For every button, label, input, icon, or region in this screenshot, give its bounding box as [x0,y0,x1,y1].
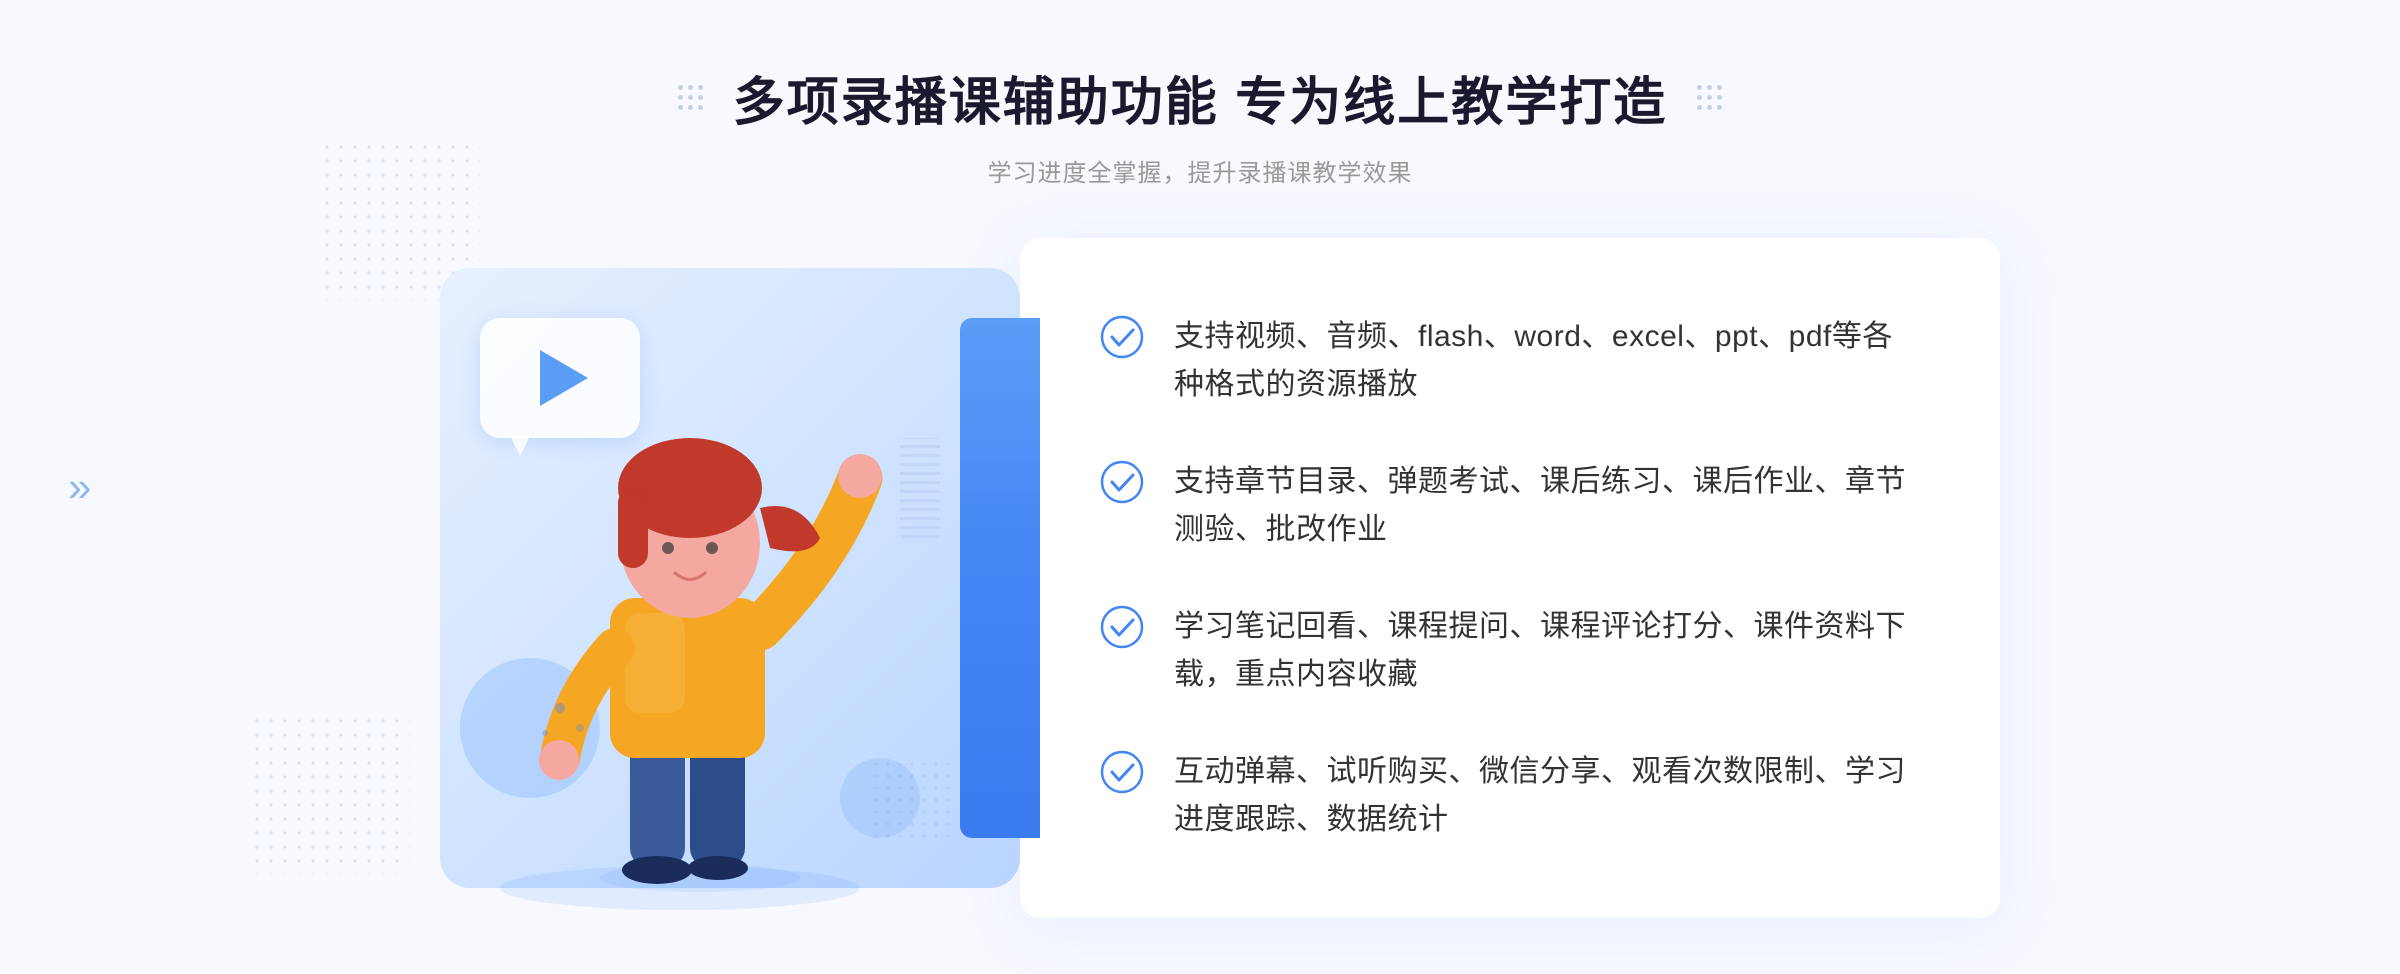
illustration-panel [400,238,1040,918]
check-icon-3 [1100,605,1144,649]
check-icon-4 [1100,750,1144,794]
title-section: 多项录播课辅助功能 专为线上教学打造 [678,60,1722,188]
main-title: 多项录播课辅助功能 专为线上教学打造 [733,60,1667,135]
title-decoration: 多项录播课辅助功能 专为线上教学打造 [678,60,1722,135]
character-illustration [460,358,960,918]
feature-item-4: 互动弹幕、试听购买、微信分享、观看次数限制、学习进度跟踪、数据统计 [1100,748,1920,844]
feature-text-2: 支持章节目录、弹题考试、课后练习、课后作业、章节测验、批改作业 [1174,458,1920,554]
page-container: » 多项 [0,0,2400,974]
feature-text-3: 学习笔记回看、课程提问、课程评论打分、课件资料下载，重点内容收藏 [1174,603,1920,699]
check-icon-1 [1100,315,1144,359]
feature-item-3: 学习笔记回看、课程提问、课程评论打分、课件资料下载，重点内容收藏 [1100,603,1920,699]
content-area: 支持视频、音频、flash、word、excel、ppt、pdf等各种格式的资源… [400,238,2000,938]
title-deco-right [1697,85,1722,110]
chevron-decoration: » [68,463,83,511]
features-panel: 支持视频、音频、flash、word、excel、ppt、pdf等各种格式的资源… [1020,238,2000,918]
title-deco-left [678,85,703,110]
subtitle: 学习进度全掌握，提升录播课教学效果 [678,153,1722,188]
feature-text-4: 互动弹幕、试听购买、微信分享、观看次数限制、学习进度跟踪、数据统计 [1174,748,1920,844]
blue-accent-bar [960,318,1040,838]
feature-item-1: 支持视频、音频、flash、word、excel、ppt、pdf等各种格式的资源… [1100,313,1920,409]
dots-decoration-bottom-left [250,714,410,874]
feature-text-1: 支持视频、音频、flash、word、excel、ppt、pdf等各种格式的资源… [1174,313,1920,409]
check-icon-2 [1100,460,1144,504]
feature-item-2: 支持章节目录、弹题考试、课后练习、课后作业、章节测验、批改作业 [1100,458,1920,554]
